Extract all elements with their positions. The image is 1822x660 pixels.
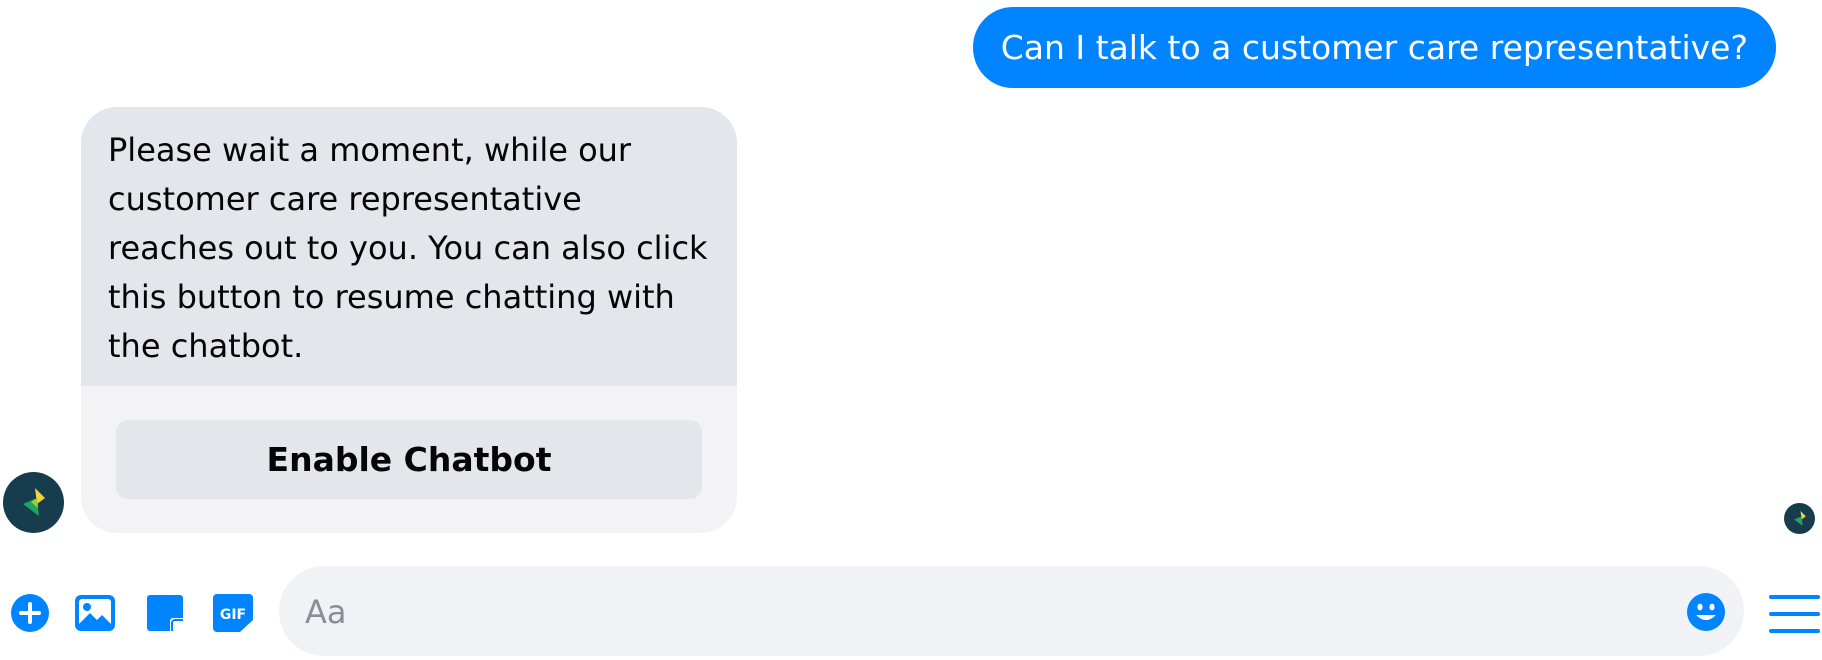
outgoing-message-bubble: Can I talk to a customer care representa…	[972, 7, 1776, 88]
message-input[interactable]	[303, 566, 1647, 658]
bot-logo-icon	[22, 487, 45, 516]
sticker-icon	[147, 595, 183, 631]
read-receipt-avatar	[1784, 503, 1815, 534]
gif-icon: GIF	[213, 594, 253, 632]
image-button[interactable]	[72, 590, 118, 636]
gif-label: GIF	[220, 607, 246, 623]
incoming-message-text: Please wait a moment, while our customer…	[81, 107, 737, 386]
plus-icon	[11, 594, 49, 632]
bot-logo-icon	[1793, 510, 1806, 526]
enable-chatbot-label: Enable Chatbot	[266, 440, 552, 479]
message-composer	[279, 566, 1744, 658]
menu-icon	[1769, 595, 1820, 633]
menu-button[interactable]	[1767, 589, 1822, 639]
gif-button[interactable]: GIF	[210, 590, 256, 636]
emoji-button[interactable]	[1679, 585, 1733, 639]
enable-chatbot-button[interactable]: Enable Chatbot	[116, 420, 702, 499]
chat-window: Can I talk to a customer care representa…	[0, 0, 1822, 660]
sticker-button[interactable]	[142, 590, 188, 636]
emoji-icon	[1687, 593, 1725, 631]
image-icon	[75, 595, 115, 631]
outgoing-message-text: Can I talk to a customer care representa…	[1000, 28, 1748, 67]
plus-button[interactable]	[7, 590, 53, 636]
bot-avatar[interactable]	[3, 472, 64, 533]
incoming-message-card: Please wait a moment, while our customer…	[81, 107, 737, 533]
